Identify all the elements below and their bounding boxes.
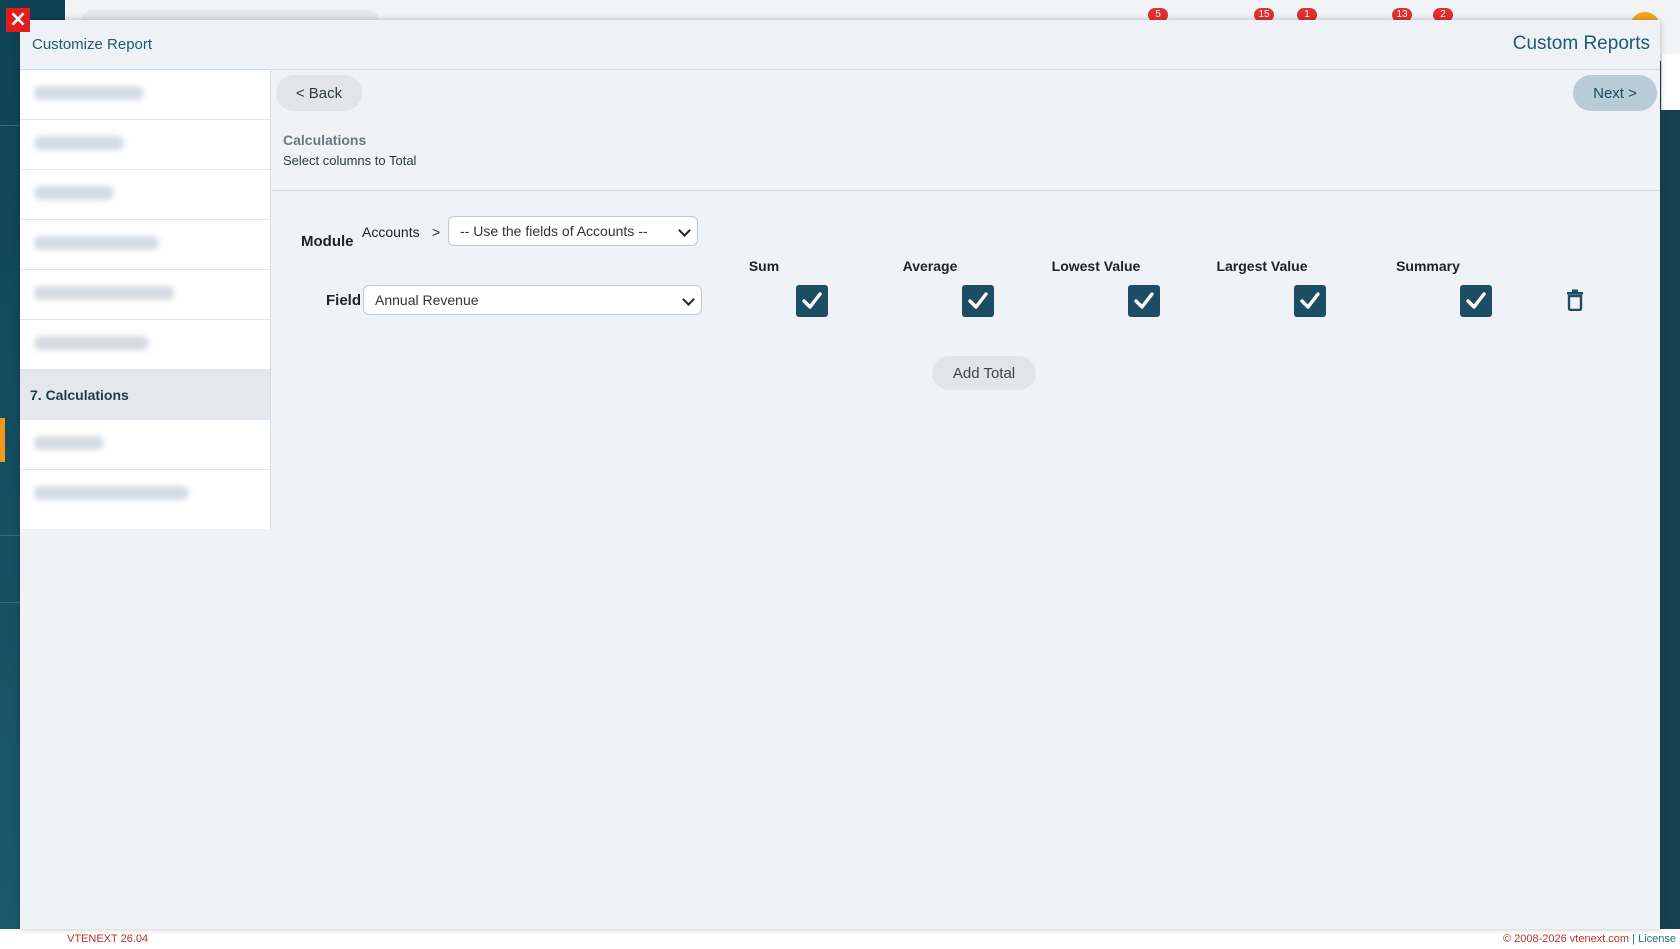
add-total-button[interactable]: Add Total: [932, 356, 1036, 390]
wizard-step[interactable]: [20, 120, 270, 170]
module-fields-select[interactable]: -- Use the fields of Accounts --: [448, 216, 698, 246]
footer-version: VTENEXT 26.04: [67, 933, 149, 945]
check-icon: [1466, 292, 1486, 309]
modal-header: Customize Report Custom Reports: [20, 20, 1660, 70]
wizard-step[interactable]: [20, 220, 270, 270]
column-header-summary: Summary: [1396, 258, 1460, 274]
pin-icon[interactable]: ⇱: [26, 931, 38, 948]
close-icon[interactable]: ×: [6, 8, 30, 32]
field-label: Field: [326, 292, 362, 309]
next-button[interactable]: Next >: [1573, 75, 1657, 111]
trash-icon[interactable]: [1565, 289, 1585, 312]
footer-license-link[interactable]: License: [1638, 933, 1676, 945]
redacted-label: [34, 486, 189, 500]
module-fields-select-value: -- Use the fields of Accounts --: [460, 223, 648, 239]
wizard-step[interactable]: [20, 270, 270, 320]
redacted-label: [34, 86, 144, 100]
column-header-average: Average: [902, 258, 958, 274]
check-icon: [802, 292, 822, 309]
redacted-label: [34, 336, 149, 350]
wizard-steps: 7. Calculations: [20, 70, 271, 529]
wizard-step[interactable]: [20, 170, 270, 220]
average-checkbox[interactable]: [962, 285, 994, 317]
chevron-down-icon: [682, 293, 695, 306]
redacted-label: [34, 236, 159, 250]
wizard-step[interactable]: [20, 420, 270, 470]
sidebar-active-marker: [0, 418, 5, 462]
redacted-label: [34, 436, 104, 450]
footer-copyright-text: © 2008-2026 vtenext.com: [1502, 933, 1630, 945]
check-icon: [1300, 292, 1320, 309]
redacted-label: [34, 136, 124, 150]
footer-copyright: © 2008-2026 vtenext.com | License: [1503, 933, 1676, 945]
lowest-value-checkbox[interactable]: [1128, 285, 1160, 317]
background-panel-edge: [1661, 54, 1680, 110]
redacted-label: [34, 286, 174, 300]
calculations-panel: < Back Next > Calculations Select column…: [272, 70, 1660, 929]
customize-report-modal: Customize Report Custom Reports 7. Calcu…: [20, 20, 1660, 929]
modal-module-title: Custom Reports: [1512, 33, 1650, 54]
column-header-sum: Sum: [748, 258, 780, 274]
module-separator: >: [432, 224, 441, 240]
largest-value-checkbox[interactable]: [1294, 285, 1326, 317]
wizard-step-label: 7. Calculations: [30, 387, 129, 403]
footer-separator: |: [1629, 933, 1639, 945]
check-icon: [968, 292, 988, 309]
module-value: Accounts: [362, 224, 420, 240]
sum-checkbox[interactable]: [796, 285, 828, 317]
wizard-step-calculations[interactable]: 7. Calculations: [20, 370, 270, 420]
wizard-step[interactable]: [20, 320, 270, 370]
column-header-lowest-value: Lowest Value: [1051, 258, 1141, 274]
wizard-step[interactable]: [20, 470, 270, 520]
wizard-step[interactable]: [20, 70, 270, 120]
section-subtitle: Select columns to Total: [283, 153, 417, 168]
check-icon: [1134, 292, 1154, 309]
column-header-largest-value: Largest Value: [1216, 258, 1308, 274]
field-select-value: Annual Revenue: [375, 292, 479, 308]
redacted-label: [34, 186, 114, 200]
summary-checkbox[interactable]: [1460, 285, 1492, 317]
chevron-down-icon: [678, 224, 691, 237]
section-divider: [272, 190, 1660, 191]
modal-title: Customize Report: [32, 36, 153, 53]
section-title: Calculations: [283, 132, 367, 148]
field-select[interactable]: Annual Revenue: [363, 285, 702, 315]
module-label: Module: [301, 233, 354, 250]
footer: ⇱ VTENEXT 26.04 © 2008-2026 vtenext.com …: [0, 929, 1680, 949]
back-button[interactable]: < Back: [276, 75, 362, 111]
